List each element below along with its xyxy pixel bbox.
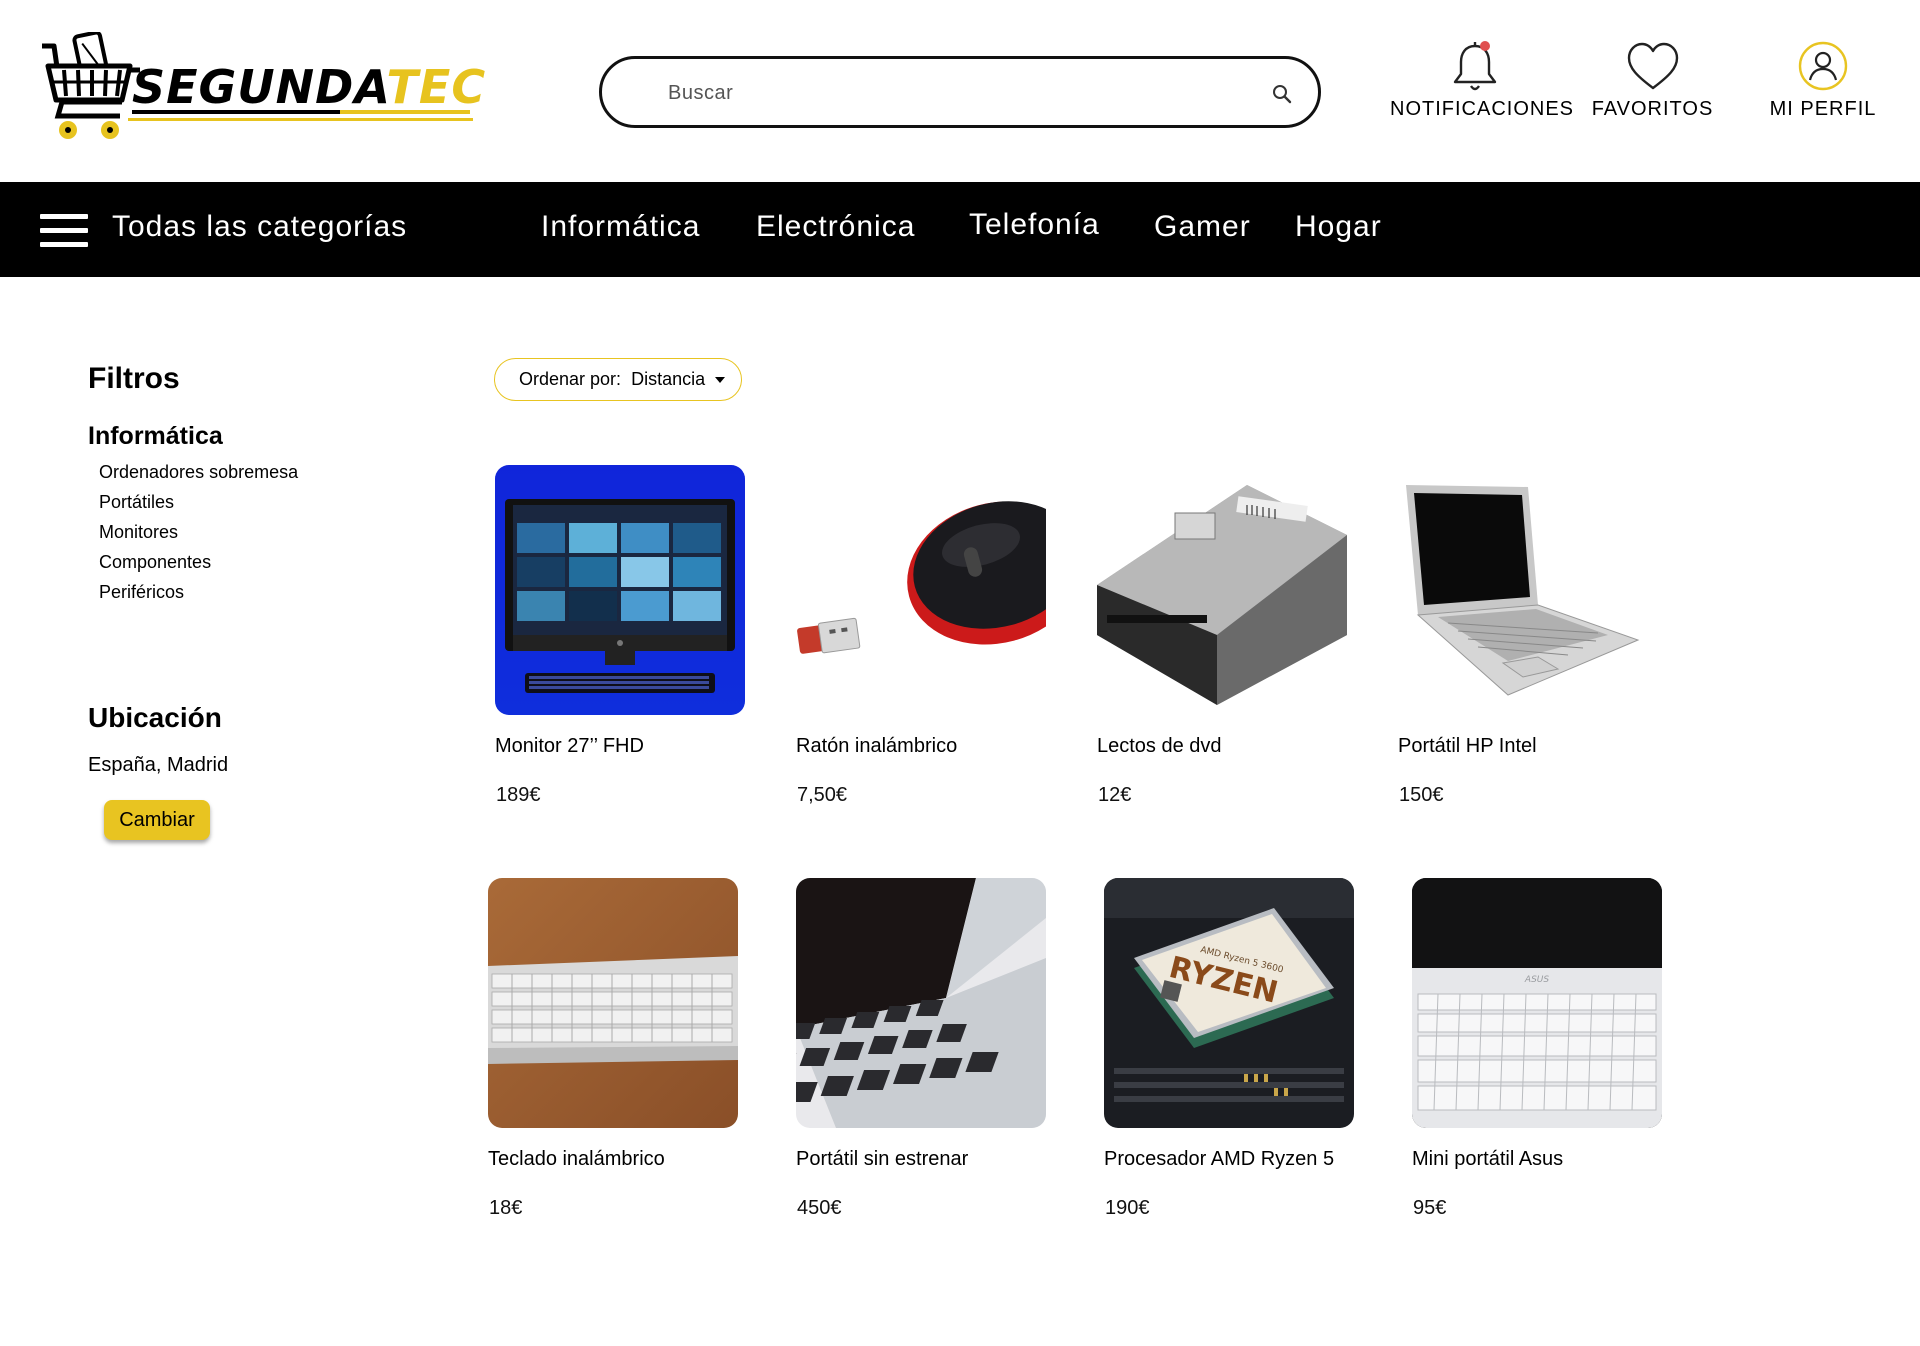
notifications-label: NOTIFICACIONES [1390, 98, 1575, 120]
nav-link-electronica[interactable]: Electrónica [756, 210, 915, 244]
search-icon[interactable] [1272, 84, 1292, 104]
caret-down-icon [715, 376, 726, 383]
product-price: 190€ [1105, 1197, 1150, 1219]
bell-icon [1453, 41, 1497, 91]
product-price: 7,50€ [797, 784, 848, 806]
product-name: Portátil sin estrenar [796, 1148, 969, 1170]
filter-sub-ordenadores[interactable]: Ordenadores sobremesa [99, 462, 298, 483]
cart-logo-icon [42, 32, 140, 139]
nav-link-gamer[interactable]: Gamer [1154, 210, 1251, 244]
all-categories-link[interactable]: Todas las categorías [112, 210, 407, 244]
svg-text:ASUS: ASUS [1524, 975, 1549, 985]
filter-sub-componentes[interactable]: Componentes [99, 552, 211, 573]
search-bar [599, 56, 1321, 128]
filter-sub-perifericos[interactable]: Periféricos [99, 582, 184, 603]
product-name: Teclado inalámbrico [488, 1148, 665, 1170]
filters-title: Filtros [88, 362, 180, 395]
mouse-image[interactable] [796, 465, 1046, 715]
product-name: Ratón inalámbrico [796, 735, 958, 757]
logo-underline-accent-2 [128, 118, 473, 121]
nav-link-telefonia[interactable]: Telefonía [969, 208, 1100, 242]
product-name: Monitor 27’’ FHD [495, 735, 644, 757]
product-price: 189€ [496, 784, 541, 806]
product-price: 12€ [1098, 784, 1132, 806]
filter-sub-monitores[interactable]: Monitores [99, 522, 178, 543]
profile-label: MI PERFIL [1769, 98, 1877, 120]
nav-link-informatica[interactable]: Informática [541, 210, 700, 244]
nav-link-hogar[interactable]: Hogar [1295, 210, 1382, 244]
notifications-button[interactable]: NOTIFICACIONES [1390, 40, 1575, 121]
search-input[interactable] [668, 75, 1228, 111]
product-price: 95€ [1413, 1197, 1447, 1219]
sort-value: Distancia [631, 369, 706, 389]
favorites-button[interactable]: FAVORITOS [1580, 40, 1725, 121]
category-navbar: Todas las categorías Informática Electró… [0, 182, 1920, 277]
product-name: Lectos de dvd [1097, 735, 1222, 757]
logo-underline-accent [340, 110, 470, 114]
change-location-button[interactable]: Cambiar [104, 800, 210, 840]
keyboard-image[interactable] [488, 878, 738, 1128]
laptop-image[interactable] [1398, 465, 1648, 715]
menu-icon[interactable] [40, 214, 88, 248]
notification-dot [1480, 41, 1490, 51]
logo-wordmark: SEGUNDATEC [132, 60, 487, 114]
cpu-image[interactable]: RYZEN AMD Ryzen 5 3600 [1104, 878, 1354, 1128]
product-name: Mini portátil Asus [1412, 1148, 1564, 1170]
sort-dropdown[interactable]: Ordenar por: Distancia [494, 358, 742, 401]
product-name: Portátil HP Intel [1398, 735, 1537, 757]
location-value: España, Madrid [88, 754, 229, 776]
laptop-keyboard-image[interactable] [796, 878, 1046, 1128]
filter-category-title[interactable]: Informática [88, 422, 223, 451]
location-title: Ubicación [88, 702, 222, 733]
monitor-image[interactable] [495, 465, 745, 715]
product-price: 450€ [797, 1197, 842, 1219]
asus-laptop-image[interactable]: ASUS [1412, 878, 1662, 1128]
site-logo[interactable]: SEGUNDATEC [40, 32, 485, 147]
dvd-drive-image[interactable] [1097, 465, 1347, 715]
filter-sub-portatiles[interactable]: Portátiles [99, 492, 174, 513]
user-icon [1798, 41, 1848, 91]
product-price: 18€ [489, 1197, 523, 1219]
sort-label: Ordenar por: [519, 369, 622, 389]
header: SEGUNDATEC NOTIFICACIONES FAVORITOS [0, 0, 1920, 182]
profile-button[interactable]: MI PERFIL [1748, 40, 1898, 121]
product-price: 150€ [1399, 784, 1444, 806]
favorites-label: FAVORITOS [1591, 98, 1714, 120]
heart-icon [1627, 42, 1678, 90]
product-name: Procesador AMD Ryzen 5 [1104, 1148, 1335, 1170]
